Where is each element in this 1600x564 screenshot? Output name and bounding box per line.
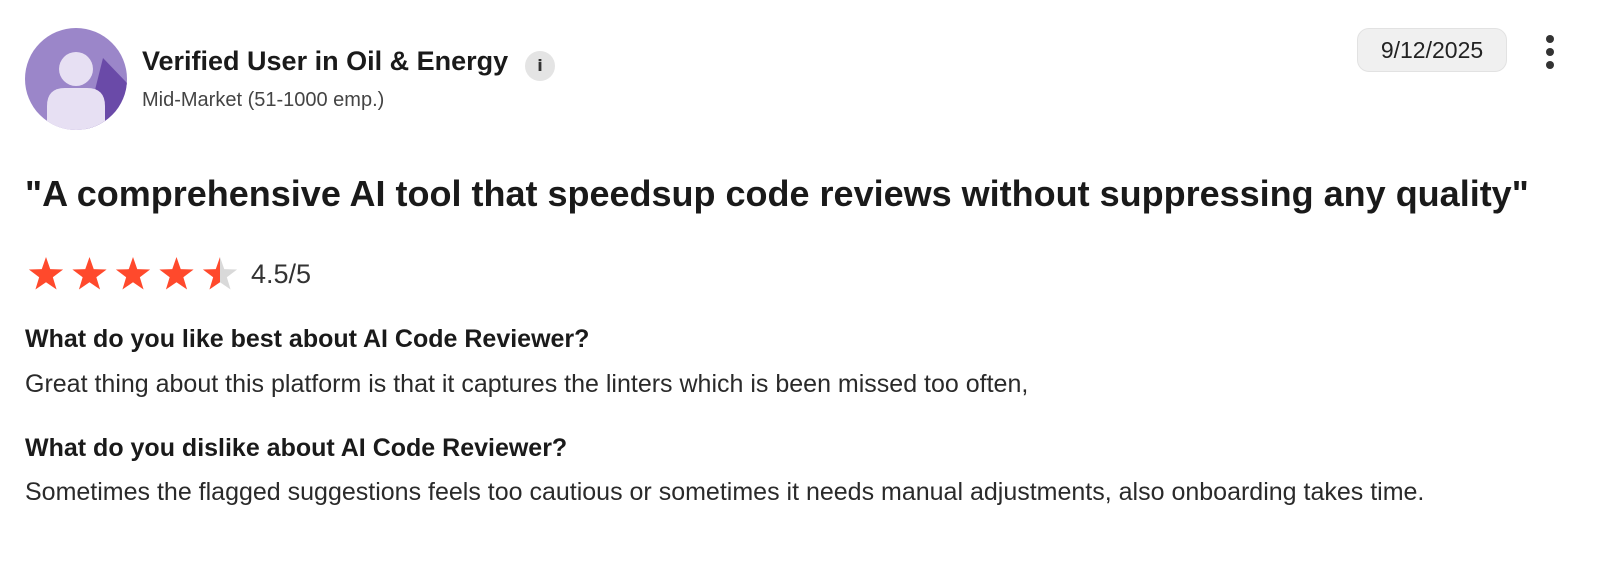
user-silhouette-icon: [25, 28, 127, 130]
question-dislike: What do you dislike about AI Code Review…: [25, 434, 568, 462]
star-icon: [72, 257, 107, 290]
reviewer-avatar: [25, 28, 127, 130]
review-title: "A comprehensive AI tool that speedsup c…: [25, 173, 1529, 214]
rating-label: 4.5/5: [251, 259, 312, 289]
review-date-badge: 9/12/2025: [1357, 28, 1507, 72]
star-icon: [115, 257, 151, 290]
answer-dislike: Sometimes the flagged suggestions feels …: [25, 478, 1425, 506]
more-options-button[interactable]: [1535, 32, 1565, 72]
info-icon[interactable]: i: [525, 51, 555, 81]
answer-like-best: Great thing about this platform is that …: [25, 370, 1029, 398]
star-icon: [202, 257, 238, 290]
star-rating-graphic: [28, 257, 238, 290]
star-icon: [159, 257, 194, 290]
reviewer-name: Verified User in Oil & Energy: [142, 46, 509, 76]
more-vertical-icon: [1546, 35, 1554, 43]
star-icon: [28, 257, 64, 290]
review-card: Verified User in Oil & Energy i Mid-Mark…: [0, 0, 1600, 564]
star-rating: [28, 256, 243, 294]
question-like-best: What do you like best about AI Code Revi…: [25, 325, 590, 353]
company-size: Mid-Market (51-1000 emp.): [142, 89, 385, 111]
